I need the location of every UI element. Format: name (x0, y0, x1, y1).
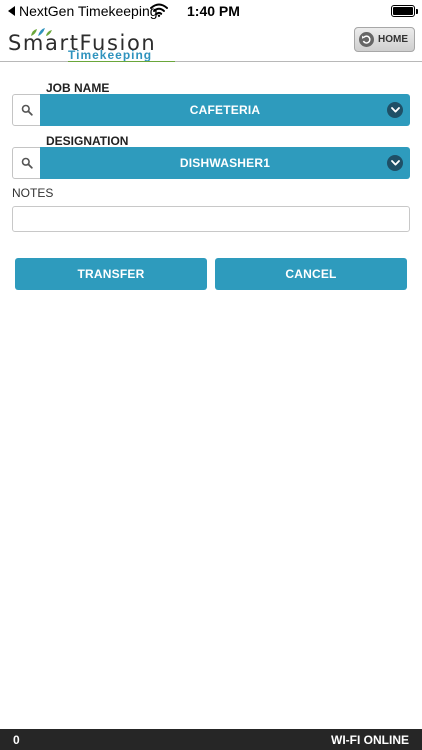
designation-row: DISHWASHER1 (12, 147, 410, 179)
notes-label: NOTES (12, 186, 54, 200)
job-name-label: JOB NAME (46, 81, 110, 95)
back-app-name[interactable]: NextGen Timekeeping (19, 3, 158, 19)
home-button-label: HOME (378, 34, 408, 45)
designation-label: DESIGNATION (46, 134, 129, 148)
home-return-icon (359, 32, 374, 47)
connection-status: WI-FI ONLINE (331, 733, 409, 747)
cancel-button[interactable]: CANCEL (215, 258, 407, 290)
chevron-down-icon (387, 102, 403, 118)
designation-search-button[interactable] (12, 147, 41, 179)
notes-input[interactable] (12, 206, 410, 232)
job-name-value: CAFETERIA (189, 103, 261, 117)
home-button[interactable]: HOME (354, 27, 415, 52)
status-footer: 0 WI-FI ONLINE (0, 729, 422, 750)
battery-icon (391, 5, 415, 17)
transfer-button[interactable]: TRANSFER (15, 258, 207, 290)
status-bar: NextGen Timekeeping 1:40 PM (0, 0, 422, 24)
logo-underline (68, 61, 175, 62)
job-name-select[interactable]: CAFETERIA (40, 94, 410, 126)
pending-count: 0 (13, 733, 20, 747)
job-name-search-button[interactable] (12, 94, 41, 126)
designation-value: DISHWASHER1 (179, 156, 271, 170)
search-icon (21, 157, 33, 169)
job-name-row: CAFETERIA (12, 94, 410, 126)
chevron-down-icon (387, 155, 403, 171)
back-arrow-icon[interactable] (8, 6, 15, 16)
wifi-icon (150, 3, 168, 22)
search-icon (21, 104, 33, 116)
designation-select[interactable]: DISHWASHER1 (40, 147, 410, 179)
app-header: SmartFusion Timekeeping HOME (0, 24, 422, 62)
screen: NextGen Timekeeping 1:40 PM SmartFusion … (0, 0, 422, 750)
app-logo: SmartFusion Timekeeping (8, 26, 183, 62)
logo-subtitle: Timekeeping (68, 48, 153, 62)
battery-tip (416, 9, 418, 14)
clock-time: 1:40 PM (187, 3, 240, 19)
